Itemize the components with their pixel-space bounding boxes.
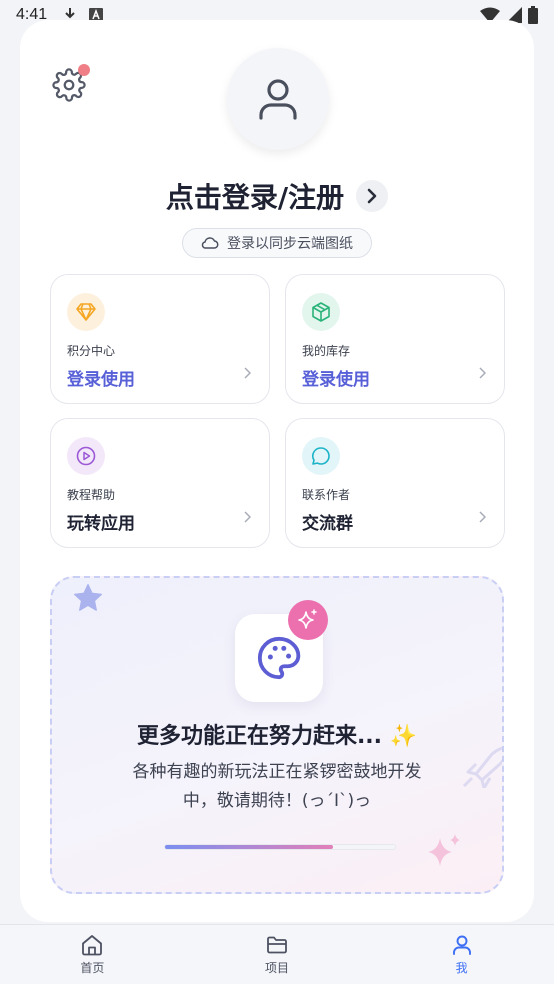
palette-icon — [257, 636, 301, 680]
sparkles-icon — [298, 609, 317, 629]
cloud-icon — [201, 237, 219, 249]
nav-me[interactable]: 我 — [369, 925, 554, 984]
cloud-sync-pill[interactable]: 登录以同步云端图纸 — [182, 228, 372, 258]
login-title: 点击登录/注册 — [165, 181, 345, 214]
nav-label: 我 — [455, 961, 468, 975]
promo-desc-line: 各种有趣的新玩法正在紧锣密鼓地开发 — [132, 762, 422, 782]
nav-projects[interactable]: 项目 — [185, 925, 370, 984]
promo-description: 各种有趣的新玩法正在紧锣密鼓地开发 中，敬请期待！(っ´Ι`)っ — [122, 758, 432, 816]
tile-icon-bg — [302, 293, 340, 331]
diamond-icon — [76, 303, 96, 321]
chevron-right-icon — [479, 367, 486, 379]
promo-title: 更多功能正在努力赶来... ✨ — [136, 724, 418, 749]
avatar[interactable] — [227, 48, 329, 150]
chat-bubble-icon — [312, 447, 330, 465]
sparkle-icon — [428, 834, 460, 866]
tile-label: 教程帮助 — [67, 488, 116, 502]
cloud-sync-label: 登录以同步云端图纸 — [227, 236, 353, 252]
chevron-right-icon — [367, 188, 377, 204]
notification-badge — [78, 64, 90, 76]
chevron-right-icon — [479, 511, 486, 523]
tile-value: 玩转应用 — [67, 514, 135, 534]
login-arrow-button[interactable] — [356, 180, 389, 212]
tile-label: 联系作者 — [302, 488, 351, 502]
user-icon — [259, 79, 297, 120]
play-circle-icon — [76, 446, 96, 466]
tile-label: 我的库存 — [302, 344, 351, 358]
tile-icon-bg — [302, 437, 340, 475]
folder-icon — [267, 936, 287, 954]
rocket-icon — [462, 746, 502, 788]
chevron-right-icon — [244, 511, 251, 523]
coming-soon-card: 更多功能正在努力赶来... ✨ 各种有趣的新玩法正在紧锣密鼓地开发 中，敬请期待… — [50, 576, 504, 894]
tile-tutorial-help[interactable]: 教程帮助 玩转应用 — [50, 418, 270, 548]
sparkle-badge — [288, 600, 328, 640]
nav-label: 首页 — [80, 961, 105, 975]
home-icon — [82, 935, 103, 956]
progress-bar — [164, 844, 396, 850]
battery-icon — [528, 6, 538, 24]
tile-label: 积分中心 — [67, 344, 116, 358]
promo-desc-line: 中，敬请期待！(っ´Ι`)っ — [182, 791, 372, 811]
star-icon — [74, 584, 102, 611]
tile-points-center[interactable]: 积分中心 登录使用 — [50, 274, 270, 404]
tile-contact-author[interactable]: 联系作者 交流群 — [285, 418, 505, 548]
tile-my-inventory[interactable]: 我的库存 登录使用 — [285, 274, 505, 404]
bottom-nav: 首页 项目 我 — [0, 924, 554, 984]
user-icon — [452, 935, 471, 955]
chevron-right-icon — [244, 367, 251, 379]
progress-fill — [165, 845, 333, 849]
tile-icon-bg — [67, 293, 105, 331]
nav-home[interactable]: 首页 — [0, 925, 185, 984]
box-icon — [312, 302, 330, 322]
tile-icon-bg — [67, 437, 105, 475]
login-register-link[interactable]: 点击登录/注册 — [0, 176, 554, 216]
tile-value: 登录使用 — [67, 370, 135, 390]
tile-value: 交流群 — [302, 514, 353, 534]
tile-value: 登录使用 — [302, 370, 370, 390]
nav-label: 项目 — [265, 961, 290, 975]
